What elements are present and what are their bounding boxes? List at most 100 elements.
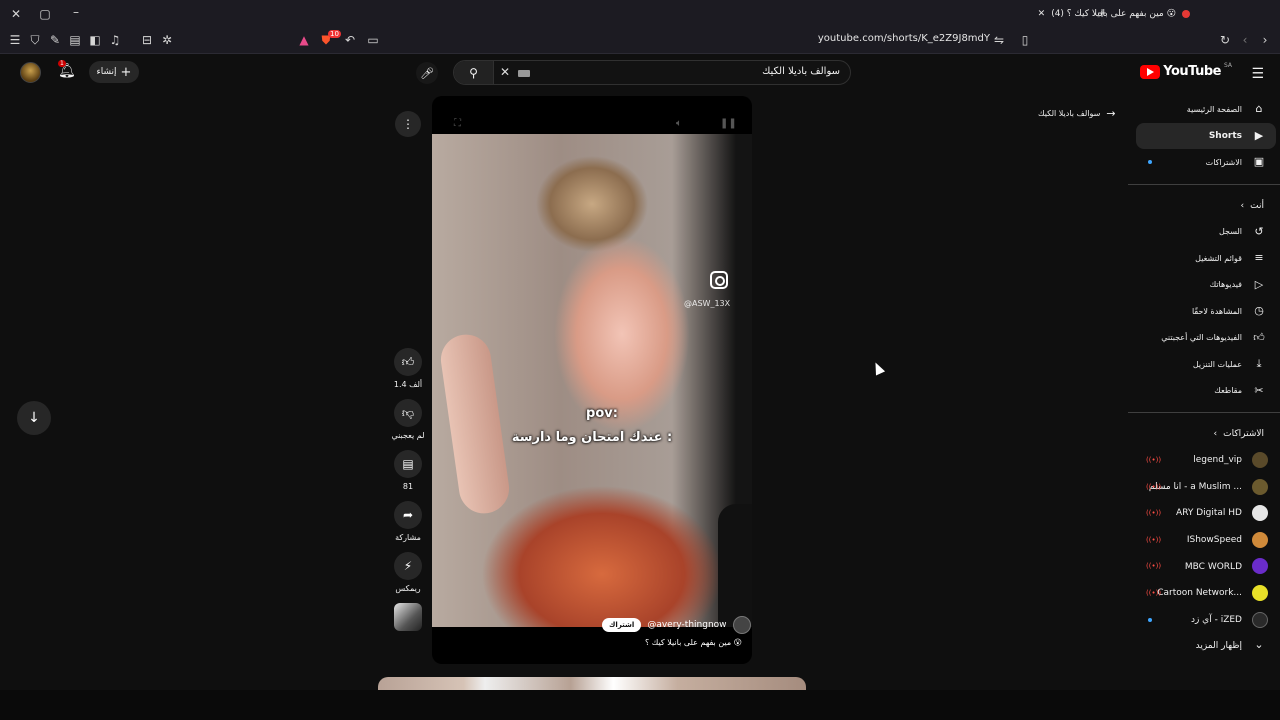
channel-avatar[interactable] <box>732 616 751 634</box>
subscription-item[interactable]: آي زد - iZED <box>1136 607 1276 634</box>
live-icon: ((•)) <box>1146 482 1162 491</box>
undo-icon[interactable]: ↶ <box>342 33 358 47</box>
bookmark-icon[interactable]: ▯ <box>1017 33 1033 47</box>
video-microphone <box>718 504 752 627</box>
instagram-icon <box>710 271 728 289</box>
account-avatar[interactable] <box>20 62 41 83</box>
window-icon[interactable]: ⊟ <box>139 33 155 47</box>
like-count: 1.4 ألف <box>393 380 423 389</box>
cast-icon[interactable]: ▭ <box>365 33 381 47</box>
extensions-icon[interactable]: ✲ <box>159 33 175 47</box>
bottom-strip <box>0 690 1280 720</box>
video-title: مين بفهم على بانيلا كيك ؟ 😮 <box>644 638 742 647</box>
like-action: 👍︎ 1.4 ألف <box>390 348 426 389</box>
back-icon[interactable]: ‹ <box>1237 33 1253 47</box>
sound-pivot-thumbnail[interactable] <box>394 603 422 631</box>
guide-item-liked[interactable]: 👍︎ الفيديوهات التي أعجبتني <box>1136 325 1276 352</box>
pause-icon[interactable]: ❚❚ <box>720 118 737 129</box>
guide-item-playlists[interactable]: ≡ قوائم التشغيل <box>1136 245 1276 272</box>
guide-section-you[interactable]: ‹ أنت <box>1128 193 1280 219</box>
guide-item-subscriptions[interactable]: ▣ الاشتراكات <box>1136 149 1276 176</box>
shorts-search-breadcrumb[interactable]: سوالف باديلا الكيك → <box>1038 107 1116 120</box>
minimize-window-icon[interactable]: – <box>68 5 84 19</box>
channel-name: انا مسلم - a Muslim ... <box>1148 481 1242 492</box>
guide-menu-icon[interactable]: ☰ <box>1251 66 1264 82</box>
dislike-action: 👎︎ لم يعجبني <box>390 399 426 440</box>
download-icon: ⤓ <box>1256 357 1262 370</box>
maximize-window-icon[interactable]: ▢ <box>37 7 53 21</box>
channel-avatar <box>1252 531 1268 548</box>
browser-titlebar: ✕ ▢ – + ✕ (4) مين بفهم على بانيلا كيك ؟ … <box>0 0 1280 27</box>
rewards-icon[interactable]: ▲ <box>296 33 312 47</box>
arrow-right-icon: → <box>1106 107 1116 120</box>
home-icon: ⌂ <box>1255 102 1263 115</box>
music-icon[interactable]: ♫ <box>107 33 123 47</box>
guide-item-label: فيديوهاتك <box>1209 280 1242 290</box>
guide-divider <box>1128 412 1280 413</box>
menu-icon[interactable]: ☰ <box>7 33 23 47</box>
channel-handle[interactable]: @avery-thingnow <box>647 620 726 630</box>
create-button[interactable]: إنشاء + <box>89 61 139 83</box>
volume-icon[interactable]: 🔈︎ <box>676 118 682 129</box>
search-input[interactable]: سوالف باديلا الكيك <box>762 66 840 77</box>
dislike-button[interactable]: 👎︎ <box>394 399 422 427</box>
shorts-player[interactable]: ⛶ 🔈︎ ❚❚ @ASW_13X pov: عندك امتحان وما دا… <box>432 96 752 664</box>
guide-divider <box>1128 183 1280 185</box>
notifications-bell-icon[interactable]: 🔔︎ 1 <box>58 60 76 79</box>
remix-label: ريمكس <box>395 584 421 593</box>
guide-item-shorts[interactable]: ▶ Shorts <box>1136 122 1276 149</box>
channel-avatar <box>1252 558 1268 575</box>
subscription-item[interactable]: ((•)) انا مسلم - a Muslim ... <box>1136 474 1276 501</box>
watch-later-icon: ◷ <box>1254 304 1264 317</box>
subscription-item[interactable]: ((•)) IShowSpeed <box>1136 527 1276 554</box>
tab-close-icon[interactable]: ✕ <box>1038 9 1046 19</box>
thumbs-up-icon: 👍︎ <box>401 354 415 369</box>
video-frame[interactable]: @ASW_13X pov: عندك امتحان وما دارسة : <box>432 134 752 627</box>
search-box[interactable]: ⚲ ✕ سوالف باديلا الكيك <box>453 60 851 85</box>
shield-icon[interactable]: ⛉ <box>27 33 43 47</box>
fullscreen-icon[interactable]: ⛶ <box>454 118 461 129</box>
guide-item-watch-later[interactable]: ◷ المشاهدة لاحقًا <box>1136 298 1276 325</box>
sidebar-icon[interactable]: ◧ <box>87 33 103 47</box>
video-watermark: @ASW_13X <box>684 299 731 308</box>
clear-search-icon[interactable]: ✕ <box>500 65 510 79</box>
voice-search-icon[interactable]: 🎤︎ <box>416 62 438 84</box>
search-button[interactable]: ⚲ <box>454 61 494 84</box>
remix-button[interactable]: ⚡︎ <box>394 552 422 580</box>
guide-item-downloads[interactable]: ⤓ عمليات التنزيل <box>1136 351 1276 378</box>
forward-icon[interactable]: › <box>1257 33 1273 47</box>
subscription-item[interactable]: ((•)) legend_vip <box>1136 447 1276 474</box>
chevron-left-icon: ‹ <box>1213 429 1218 439</box>
guide-item-home[interactable]: ⌂ الصفحة الرئيسية <box>1136 96 1276 123</box>
more-options-button[interactable]: ⋮ <box>395 111 421 137</box>
subscription-item[interactable]: ((•)) MBC WORLD <box>1136 553 1276 580</box>
thumbs-down-icon: 👎︎ <box>401 405 415 420</box>
channel-name: ARY Digital HD <box>1176 508 1242 519</box>
youtube-play-icon <box>1140 64 1161 79</box>
guide-section-subscriptions[interactable]: ‹ الاشتراكات <box>1128 421 1280 447</box>
share-button[interactable]: ➦ <box>394 501 422 529</box>
guide-item-label: الصفحة الرئيسية <box>1186 104 1242 114</box>
shield-count-badge: 10 <box>328 30 341 38</box>
guide-item-history[interactable]: ↺ السجل <box>1136 219 1276 246</box>
like-button[interactable]: 👍︎ <box>394 348 422 376</box>
next-short-button[interactable]: ↓ <box>17 401 51 435</box>
guide-item-clips[interactable]: ✂ مقاطعك <box>1136 378 1276 405</box>
keyboard-icon[interactable] <box>518 70 530 77</box>
subscription-item[interactable]: ((•)) Cartoon Network... <box>1136 580 1276 607</box>
live-icon: ((•)) <box>1146 588 1162 597</box>
comments-button[interactable]: ▤ <box>394 450 422 478</box>
tabs-icon[interactable]: ▤ <box>67 33 83 47</box>
url-bar[interactable]: youtube.com/shorts/K_e2Z9J8mdY <box>700 33 990 44</box>
youtube-logo[interactable]: YouTube SA <box>1140 62 1232 79</box>
site-settings-icon[interactable]: ⇋ <box>991 33 1007 47</box>
subscribe-button[interactable]: اشتراك <box>602 618 642 632</box>
reload-icon[interactable]: ↻ <box>1217 33 1233 47</box>
pen-icon[interactable]: ✎ <box>47 33 63 47</box>
close-window-icon[interactable]: ✕ <box>8 7 24 21</box>
subscription-item[interactable]: ((•)) ARY Digital HD <box>1136 500 1276 527</box>
browser-toolbar: ☰ ⛉ ✎ ▤ ◧ ♫ ⊟ ✲ ▲ ⛊ 10 ↶ ▭ youtube.com/s… <box>0 27 1280 54</box>
guide-item-your-videos[interactable]: ▷ فيديوهاتك <box>1136 272 1276 299</box>
active-tab[interactable]: ✕ (4) مين بفهم على بانيلا كيك ؟ 😮 <box>940 4 1190 23</box>
show-more-button[interactable]: إظهار المزيد ⌄ <box>1136 633 1276 660</box>
